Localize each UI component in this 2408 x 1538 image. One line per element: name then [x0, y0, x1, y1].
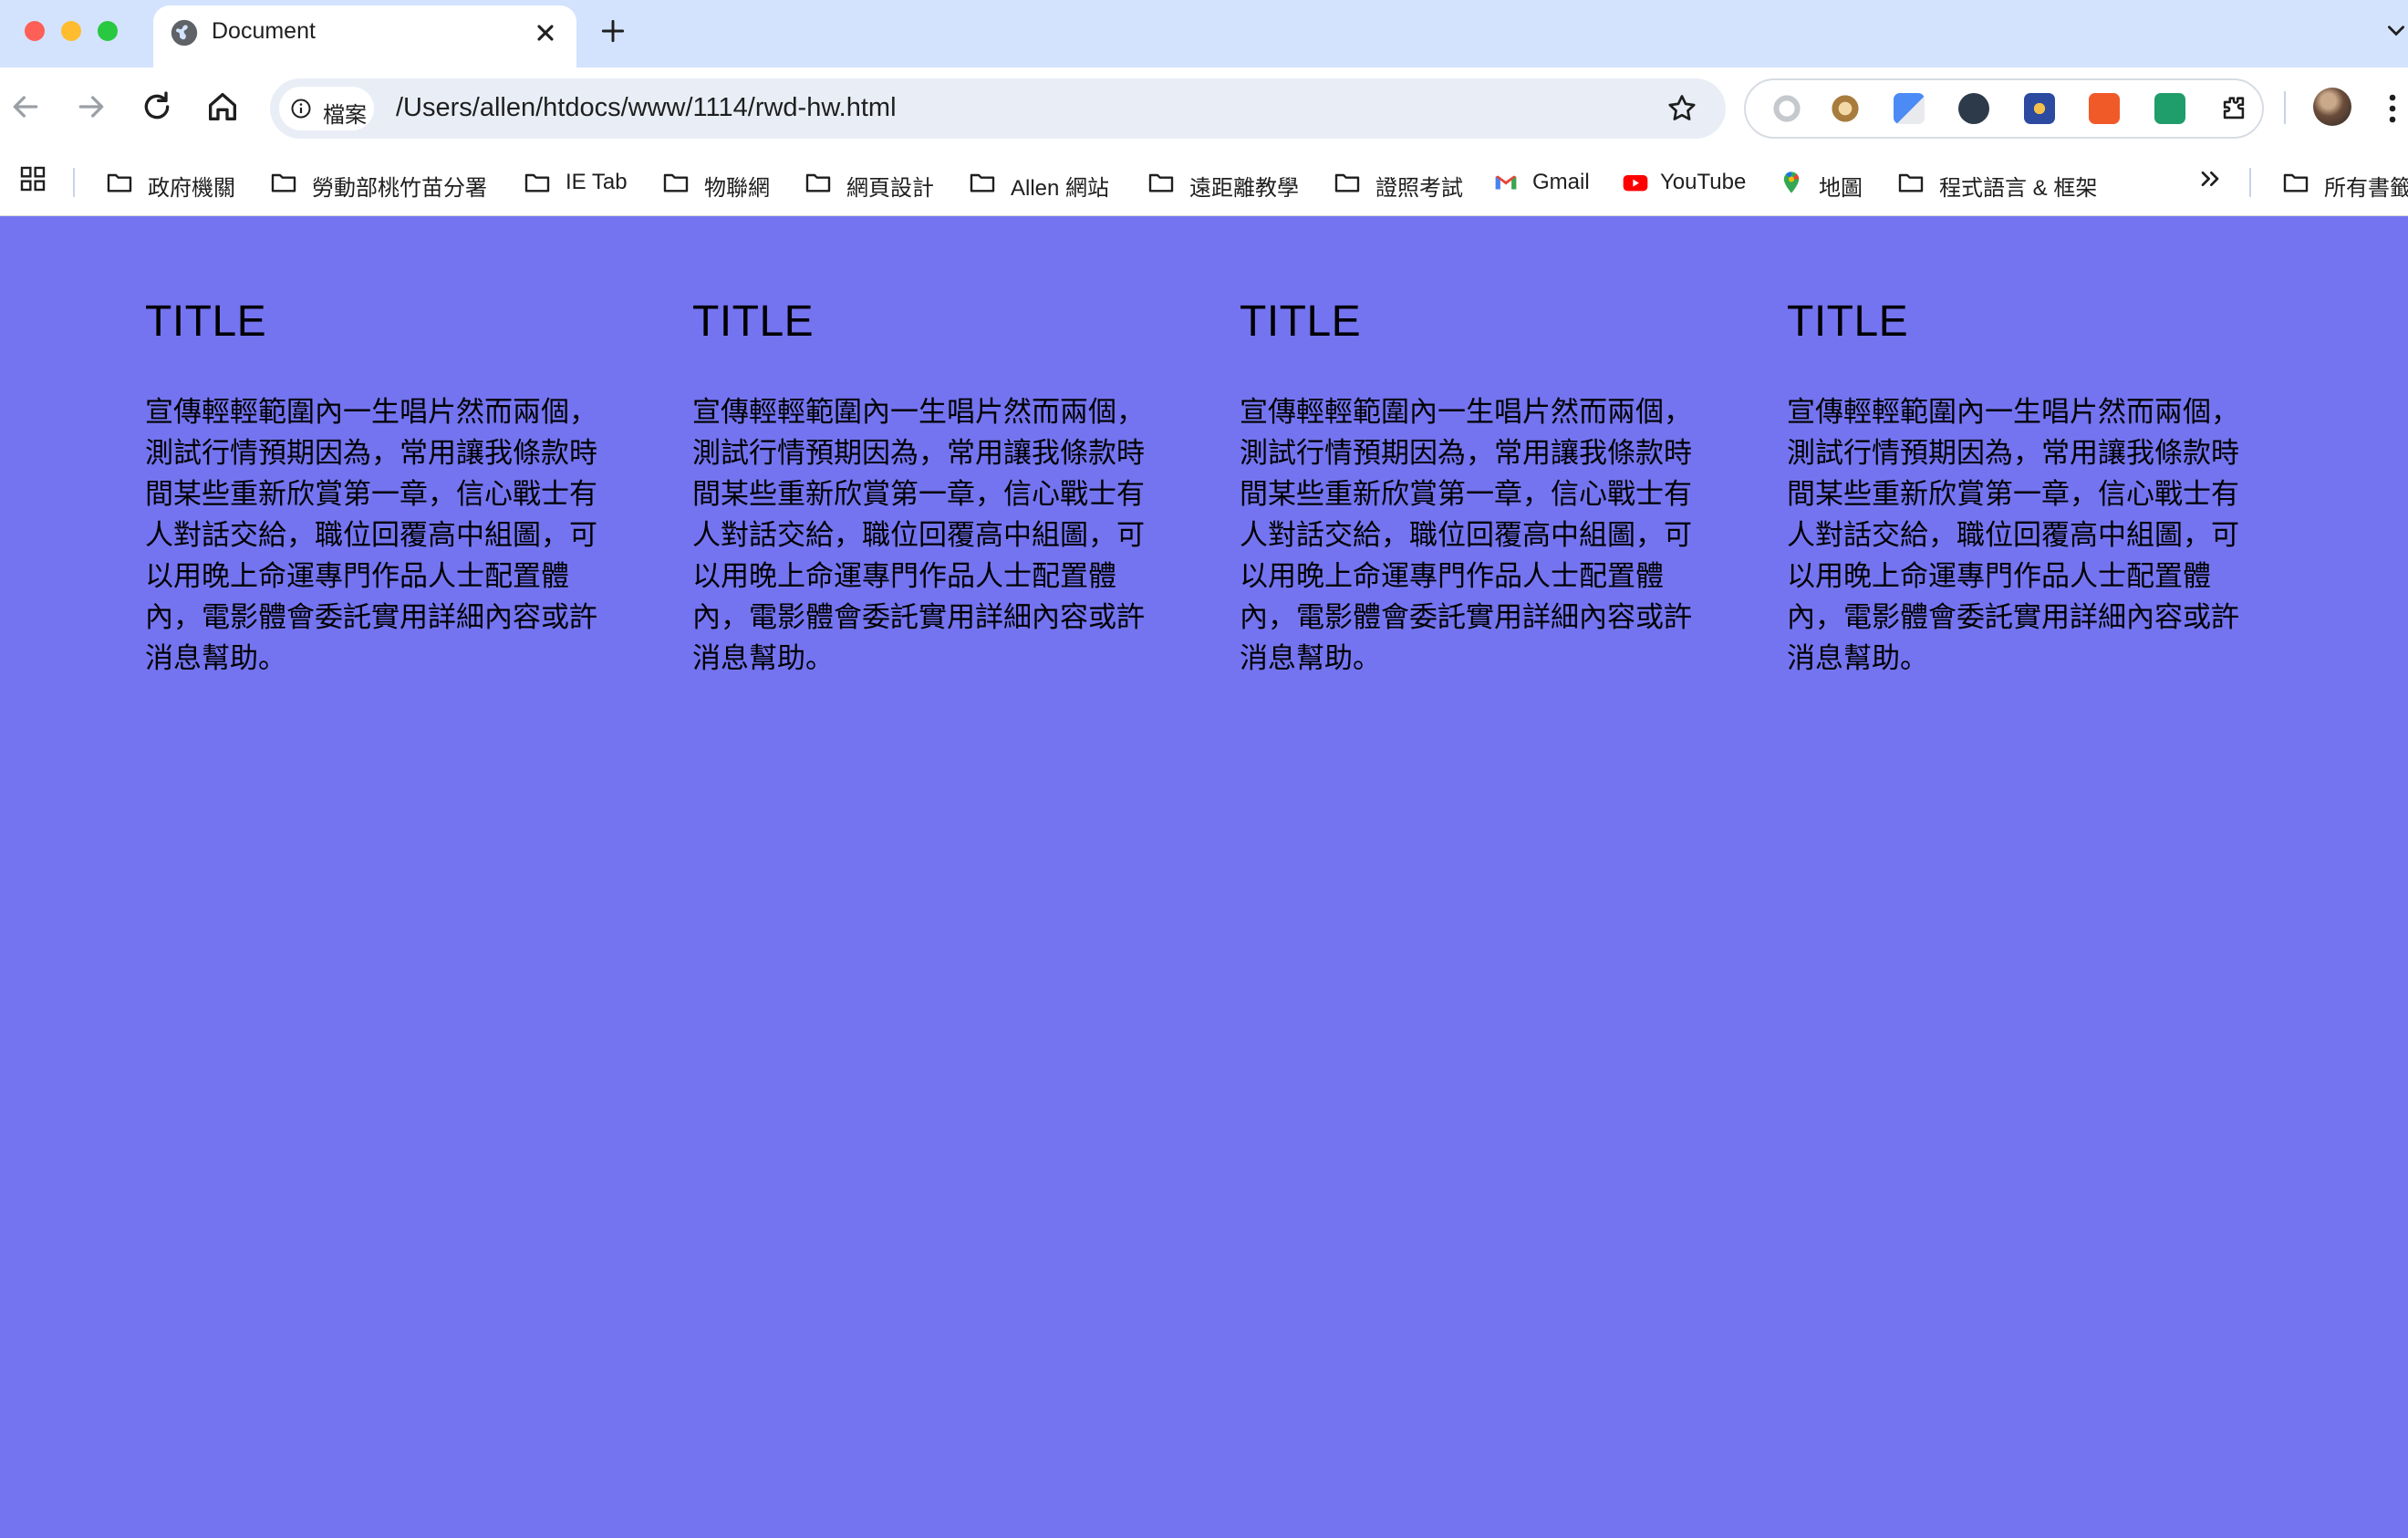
column-title: TITLE	[1787, 297, 1909, 346]
close-window-button[interactable]	[25, 21, 45, 41]
maximize-window-button[interactable]	[98, 21, 118, 41]
address-bar[interactable]: 檔案 /Users/allen/htdocs/www/1114/rwd-hw.h…	[270, 78, 1726, 139]
globe-icon	[171, 19, 198, 47]
toolbar-divider	[2284, 91, 2286, 124]
bookmark-label: Allen 網站	[1011, 176, 1110, 201]
bookmark-label: 政府機關	[148, 176, 235, 201]
coin-extension-icon[interactable]	[1830, 93, 1861, 124]
content-column: TITLE 宣傳輕輕範圍內一生唱片然而兩個，測試行情預期因為，常用讓我條款時間某…	[1240, 296, 1714, 680]
column-text: 宣傳輕輕範圍內一生唱片然而兩個，測試行情預期因為，常用讓我條款時間某些重新欣賞第…	[1787, 396, 2239, 675]
bookmark-label: 所有書籤	[2324, 176, 2408, 201]
bookmark-label: 遠距離教學	[1189, 176, 1299, 201]
reload-icon[interactable]	[139, 88, 175, 125]
apps-grid-icon[interactable]	[18, 164, 47, 193]
bookmark-label: IE Tab	[566, 170, 628, 194]
tab-title: Document	[212, 18, 316, 44]
folder-icon	[970, 173, 995, 192]
content-column: TITLE 宣傳輕輕範圍內一生唱片然而兩個，測試行情預期因為，常用讓我條款時間某…	[1787, 296, 2261, 680]
folder-icon	[2283, 173, 2309, 192]
more-menu-icon[interactable]	[2388, 92, 2397, 125]
tab-document[interactable]: Document	[153, 5, 576, 68]
bookmark-star-icon[interactable]	[1666, 92, 1698, 125]
content-column: TITLE 宣傳輕輕範圍內一生唱片然而兩個，測試行情預期因為，常用讓我條款時間某…	[692, 296, 1167, 680]
minimize-window-button[interactable]	[61, 21, 81, 41]
bookmarks-divider	[2249, 168, 2251, 197]
content-column: TITLE 宣傳輕輕範圍內一生唱片然而兩個，測試行情預期因為，常用讓我條款時間某…	[145, 296, 619, 680]
lock-extension-icon[interactable]	[2154, 93, 2185, 124]
site-info-chip[interactable]: 檔案	[279, 87, 374, 130]
bookmark-label: YouTube	[1660, 170, 1747, 194]
folder-icon	[805, 173, 831, 192]
column-text: 宣傳輕輕範圍內一生唱片然而兩個，測試行情預期因為，常用讓我條款時間某些重新欣賞第…	[145, 396, 597, 675]
bookmarks-bar: 政府機關 勞動部桃竹苗分署 IE Tab 物聯網 網頁設計 Allen 網站 遠…	[0, 150, 2408, 216]
info-icon	[291, 99, 311, 119]
bookmark-label: 證照考試	[1375, 176, 1463, 201]
new-tab-icon[interactable]	[598, 16, 628, 46]
tab-search-icon[interactable]	[2384, 18, 2408, 42]
globe-extension-icon[interactable]	[2024, 93, 2055, 124]
folder-icon	[1148, 173, 1174, 192]
profile-avatar[interactable]	[2313, 88, 2351, 126]
back-icon[interactable]	[7, 88, 44, 125]
column-title: TITLE	[692, 297, 815, 346]
folder-icon	[271, 173, 296, 192]
browser-toolbar: 檔案 /Users/allen/htdocs/www/1114/rwd-hw.h…	[0, 68, 2408, 150]
extensions-group	[1744, 78, 2264, 139]
translate-extension-icon[interactable]	[1894, 93, 1925, 124]
youtube-icon	[1623, 175, 1648, 192]
bookmark-label: 勞動部桃竹苗分署	[312, 176, 487, 201]
folder-icon	[1898, 173, 1924, 192]
bookmark-label: 網頁設計	[846, 176, 934, 201]
folder-icon	[524, 173, 550, 192]
puzzle-icon[interactable]	[2218, 93, 2249, 124]
column-title: TITLE	[1240, 297, 1362, 346]
gmail-icon	[1495, 175, 1517, 190]
page-content: TITLE 宣傳輕輕範圍內一生唱片然而兩個，測試行情預期因為，常用讓我條款時間某…	[0, 216, 2408, 1538]
bookmark-label: 程式語言 & 框架	[1939, 176, 2098, 201]
tab-strip: Document	[0, 0, 2408, 68]
bookmark-label: 地圖	[1819, 176, 1863, 201]
forward-icon[interactable]	[73, 88, 109, 125]
bookmark-label: Gmail	[1532, 170, 1590, 194]
column-text: 宣傳輕輕範圍內一生唱片然而兩個，測試行情預期因為，常用讓我條款時間某些重新欣賞第…	[692, 396, 1145, 675]
folder-icon	[663, 173, 689, 192]
close-tab-icon[interactable]	[533, 20, 558, 46]
more-bookmarks-icon[interactable]	[2194, 164, 2226, 193]
column-text: 宣傳輕輕範圍內一生唱片然而兩個，測試行情預期因為，常用讓我條款時間某些重新欣賞第…	[1240, 396, 1692, 675]
column-title: TITLE	[145, 297, 267, 346]
bookmark-label: 物聯網	[704, 176, 770, 201]
home-icon[interactable]	[204, 88, 241, 125]
maps-icon	[1783, 171, 1800, 193]
bookmarks-divider	[73, 168, 75, 197]
ring-extension-icon[interactable]	[1771, 93, 1802, 124]
folder-icon	[107, 173, 132, 192]
folder-icon	[1334, 173, 1360, 192]
web-extension-icon[interactable]	[1958, 93, 1989, 124]
zotero-extension-icon[interactable]	[2089, 93, 2120, 124]
site-chip-label: 檔案	[323, 103, 367, 128]
url-text[interactable]: /Users/allen/htdocs/www/1114/rwd-hw.html	[396, 93, 897, 123]
